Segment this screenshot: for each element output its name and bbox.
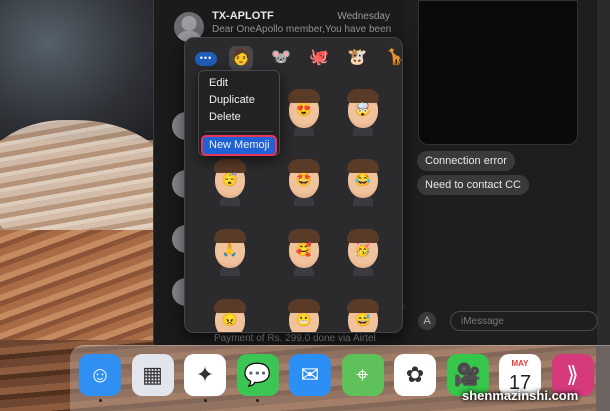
- memoji-sticker-party[interactable]: 🥳: [340, 226, 386, 276]
- more-icon[interactable]: •••: [195, 52, 217, 66]
- sticker-expression-icon: 🤩: [295, 172, 313, 187]
- safari-icon[interactable]: ✦: [184, 354, 226, 396]
- app-store-icon[interactable]: A: [418, 312, 436, 330]
- memoji-sticker-star-struck[interactable]: 🤩: [281, 156, 327, 206]
- message-bubble: Need to contact CC: [417, 175, 529, 195]
- memoji-sticker-crying-laughing[interactable]: 😂: [340, 156, 386, 206]
- imessage-input[interactable]: iMessage: [450, 311, 598, 331]
- memoji-sticker-mind-blown[interactable]: 🤯: [340, 86, 386, 136]
- photos-icon[interactable]: ✿: [394, 354, 436, 396]
- memoji-sticker-angry[interactable]: 😠: [207, 296, 253, 332]
- edit-menu-item[interactable]: Edit: [199, 75, 279, 92]
- running-indicator: [98, 399, 102, 402]
- giraffe-icon[interactable]: 🦒: [383, 46, 402, 70]
- menu-divider: [205, 131, 273, 132]
- new-memoji-menu-item[interactable]: New Memoji: [201, 135, 277, 156]
- launchpad-icon[interactable]: ▦: [131, 354, 174, 396]
- mail-icon[interactable]: ✉: [289, 354, 331, 396]
- chat-pane: Connection error Need to contact CC A iM…: [404, 0, 598, 345]
- memoji-sticker-praying[interactable]: 🙏: [207, 226, 253, 276]
- sticker-expression-icon: 🥳: [354, 242, 372, 257]
- sticker-expression-icon: 🥰: [295, 242, 313, 257]
- sticker-expression-icon: 🙏: [221, 242, 239, 257]
- memoji-face-icon[interactable]: 🧑: [229, 46, 253, 70]
- sticker-expression-icon: 😴: [221, 172, 239, 187]
- messages-icon[interactable]: 💬: [236, 354, 279, 396]
- message-bubble: Connection error: [417, 151, 515, 171]
- octopus-icon[interactable]: 🐙: [307, 46, 331, 70]
- mouse-icon[interactable]: 🐭: [269, 46, 293, 70]
- sticker-expression-icon: 😬: [295, 312, 313, 327]
- conversation-sender: TX-APLOTF: [212, 10, 274, 22]
- context-menu: Edit Duplicate Delete New Memoji: [198, 70, 280, 156]
- running-indicator: [203, 399, 207, 402]
- sticker-expression-icon: 😠: [221, 312, 239, 327]
- running-indicator: [256, 399, 259, 402]
- sticker-expression-icon: 😂: [354, 172, 372, 187]
- conversation-preview: Payment of Rs. 299.0 done via Airtel: [214, 333, 376, 344]
- calendar-month: MAY: [511, 359, 529, 368]
- maps-icon[interactable]: ⌖: [341, 354, 384, 396]
- memoji-sticker-grimace[interactable]: 😬: [281, 296, 327, 332]
- conversation-date: Wednesday: [337, 11, 390, 22]
- duplicate-menu-item[interactable]: Duplicate: [199, 92, 279, 109]
- image-attachment[interactable]: [418, 0, 578, 145]
- sticker-expression-icon: 😍: [295, 102, 313, 117]
- cow-icon[interactable]: 🐮: [345, 46, 369, 70]
- delete-menu-item[interactable]: Delete: [199, 109, 279, 126]
- sticker-expression-icon: 🤯: [354, 102, 372, 117]
- memoji-sticker-sweat[interactable]: 😅: [340, 296, 386, 332]
- finder-icon[interactable]: ☺: [79, 354, 121, 396]
- watermark: shenmazinshi.com: [462, 388, 579, 403]
- memoji-sticker-sleeping[interactable]: 😴: [207, 156, 253, 206]
- sticker-expression-icon: 😅: [354, 312, 372, 327]
- memoji-sticker-hearts[interactable]: 🥰: [281, 226, 327, 276]
- memoji-sticker-heart-eyes[interactable]: 😍: [281, 86, 327, 136]
